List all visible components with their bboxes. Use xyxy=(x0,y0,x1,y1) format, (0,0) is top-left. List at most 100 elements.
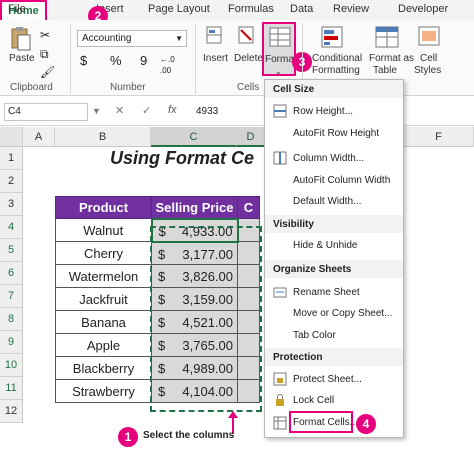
header-product[interactable]: Product xyxy=(55,196,152,219)
col-header-a[interactable]: A xyxy=(23,127,55,147)
tab-file[interactable]: File xyxy=(8,3,26,15)
product-cell[interactable]: Watermelon xyxy=(55,264,152,288)
conditional-formatting-icon[interactable] xyxy=(320,24,346,50)
rename-sheet-icon xyxy=(273,287,287,298)
cut-icon[interactable]: ✂ xyxy=(40,28,50,42)
namebox-dropdown-icon[interactable]: ▼ xyxy=(92,106,101,116)
format-icon xyxy=(269,27,291,47)
menu-header-visibility: Visibility xyxy=(273,219,314,230)
row-header-1[interactable]: 1 xyxy=(0,147,23,170)
conditional-formatting-label-1: Conditional xyxy=(312,53,363,64)
ribbon-tabs: File Home Insert Page Layout Formulas Da… xyxy=(0,0,474,22)
delete-cells-icon[interactable] xyxy=(238,26,254,44)
select-all-corner[interactable] xyxy=(0,127,23,147)
menu-item-protect-sheet[interactable]: Protect Sheet... xyxy=(293,374,362,385)
product-cell[interactable]: Strawberry xyxy=(55,379,152,403)
copy-icon[interactable]: ⧉ xyxy=(40,47,49,62)
menu-item-default-width[interactable]: Default Width... xyxy=(293,196,361,207)
conditional-formatting-label-2: Formatting xyxy=(312,65,360,76)
format-as-table-label-2: Table xyxy=(373,65,397,76)
decrease-decimal-icon[interactable]: .00 xyxy=(160,66,171,75)
currency-format-button[interactable]: $ xyxy=(80,53,87,68)
row-header-3[interactable]: 3 xyxy=(0,193,23,216)
format-painter-icon[interactable]: 🖌 xyxy=(40,65,55,79)
row-header-8[interactable]: 8 xyxy=(0,308,23,331)
callout-1: 1 xyxy=(118,427,138,447)
row-header-7[interactable]: 7 xyxy=(0,285,23,308)
menu-item-hide-unhide[interactable]: Hide & Unhide xyxy=(293,240,357,251)
cancel-icon[interactable]: ✕ xyxy=(115,104,124,117)
col-header-b[interactable]: B xyxy=(55,127,151,147)
menu-item-move-copy[interactable]: Move or Copy Sheet... xyxy=(293,308,393,319)
delete-label: Delete xyxy=(234,53,263,64)
tab-developer[interactable]: Developer xyxy=(398,3,448,15)
tab-page-layout[interactable]: Page Layout xyxy=(148,3,210,15)
menu-item-tab-color[interactable]: Tab Color xyxy=(293,330,336,341)
name-box[interactable]: C4 xyxy=(4,103,88,121)
tab-review[interactable]: Review xyxy=(333,3,369,15)
number-format-dropdown[interactable]: Accounting ▼ xyxy=(77,30,187,47)
lock-icon xyxy=(276,394,284,406)
col-header-d[interactable]: D xyxy=(237,127,265,147)
product-cell[interactable]: Blackberry xyxy=(55,356,152,380)
tab-formulas[interactable]: Formulas xyxy=(228,3,274,15)
row-header-11[interactable]: 11 xyxy=(0,377,23,400)
tab-data[interactable]: Data xyxy=(290,3,313,15)
chevron-down-icon: ⌄ xyxy=(275,67,282,76)
row-header-2[interactable]: 2 xyxy=(0,170,23,193)
menu-header-organize-sheets: Organize Sheets xyxy=(273,264,352,275)
insert-cells-icon[interactable] xyxy=(206,26,222,44)
number-group-label: Number xyxy=(110,82,146,93)
format-cells-highlight[interactable]: Format Cells... xyxy=(289,411,358,433)
product-cell[interactable]: Cherry xyxy=(55,241,152,265)
enter-icon[interactable]: ✓ xyxy=(142,104,151,117)
sheet-title[interactable]: Using Format Ce xyxy=(110,148,254,169)
paste-label: Paste xyxy=(9,53,35,64)
row-header-12[interactable]: 12 xyxy=(0,400,23,423)
formula-value[interactable]: 4933 xyxy=(196,106,218,117)
column-width-icon xyxy=(273,151,287,165)
percent-format-button[interactable]: % xyxy=(110,53,122,68)
header-extra[interactable]: C xyxy=(237,196,260,219)
menu-item-lock-cell[interactable]: Lock Cell xyxy=(293,395,334,406)
menu-item-autofit-row[interactable]: AutoFit Row Height xyxy=(293,128,379,139)
menu-item-autofit-column[interactable]: AutoFit Column Width xyxy=(293,175,390,186)
format-as-table-icon[interactable] xyxy=(374,24,400,50)
comma-style-button[interactable]: 9 xyxy=(140,53,147,68)
cell-styles-label-2: Styles xyxy=(414,65,442,76)
row-header-4[interactable]: 4 xyxy=(0,216,23,239)
menu-item-rename-sheet[interactable]: Rename Sheet xyxy=(293,287,360,298)
cells-group-label: Cells xyxy=(237,82,260,93)
col-header-f[interactable]: F xyxy=(404,127,474,147)
format-button[interactable]: Format ⌄ xyxy=(262,22,297,76)
cell-styles-label-1: Cell xyxy=(420,53,438,64)
menu-item-row-height[interactable]: Row Height... xyxy=(293,106,353,117)
menu-item-format-cells[interactable]: Format Cells... xyxy=(293,417,358,428)
row-header-6[interactable]: 6 xyxy=(0,262,23,285)
paste-icon[interactable] xyxy=(9,26,31,52)
header-selling-price[interactable]: Selling Price xyxy=(151,196,238,219)
number-format-value: Accounting xyxy=(82,33,132,44)
insert-function-icon[interactable]: fx xyxy=(168,104,177,116)
format-as-table-label-1: Format as xyxy=(369,53,415,64)
protect-sheet-icon xyxy=(273,372,287,386)
row-header-5[interactable]: 5 xyxy=(0,239,23,262)
cell-styles-icon[interactable] xyxy=(417,24,443,50)
insert-label: Insert xyxy=(203,53,229,64)
menu-header-protection: Protection xyxy=(273,352,323,363)
row-header-10[interactable]: 10 xyxy=(0,354,23,377)
menu-item-column-width[interactable]: Column Width... xyxy=(293,153,364,164)
product-cell[interactable]: Walnut xyxy=(55,218,152,242)
product-cell[interactable]: Jackfruit xyxy=(55,287,152,311)
row-header-9[interactable]: 9 xyxy=(0,331,23,354)
clipboard-group-label: Clipboard xyxy=(10,82,53,93)
format-dropdown-menu: Cell Size Row Height... AutoFit Row Heig… xyxy=(264,79,404,438)
selection-marquee xyxy=(150,226,262,412)
chevron-down-icon: ▼ xyxy=(175,34,183,43)
product-cell[interactable]: Apple xyxy=(55,333,152,357)
format-cells-icon xyxy=(273,416,287,430)
menu-header-cell-size: Cell Size xyxy=(273,84,315,95)
col-header-c[interactable]: C xyxy=(151,127,237,147)
product-cell[interactable]: Banana xyxy=(55,310,152,334)
increase-decimal-icon[interactable]: ←.0 xyxy=(160,55,175,64)
